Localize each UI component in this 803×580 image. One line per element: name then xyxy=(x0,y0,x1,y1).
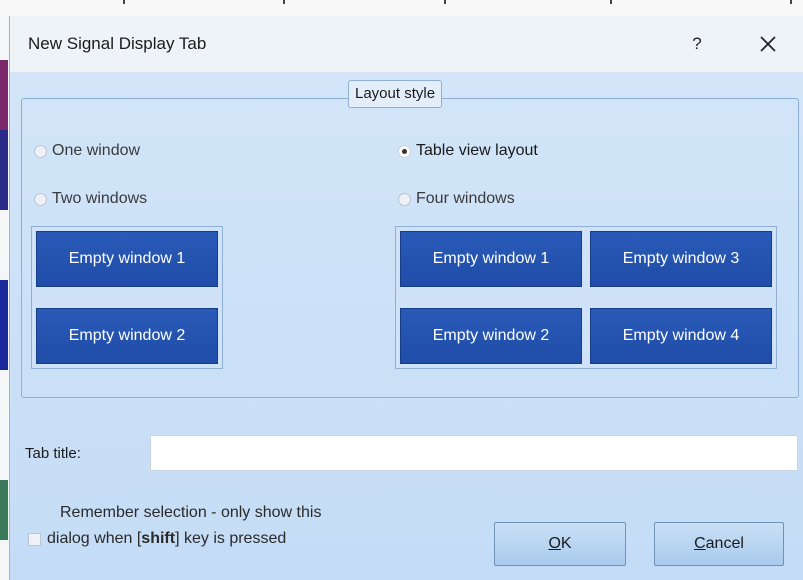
remember-selection-text: Remember selection - only show this xyxy=(60,504,322,521)
radio-table-view-layout[interactable]: Table view layout xyxy=(398,142,538,160)
background-window-edge xyxy=(0,60,8,130)
dialog-title: New Signal Display Tab xyxy=(28,34,207,53)
help-button[interactable]: ? xyxy=(682,30,712,58)
remember-selection-row: dialog when [shift] key is pressed xyxy=(28,530,286,548)
radio-label: Table view layout xyxy=(416,142,538,159)
radio-indicator xyxy=(34,144,47,158)
close-button[interactable] xyxy=(750,28,786,60)
empty-window-button[interactable]: Empty window 2 xyxy=(400,308,582,364)
shift-key-text: shift xyxy=(141,530,176,547)
remember-selection-text-suffix: ] key is pressed xyxy=(175,530,287,547)
cancel-button[interactable]: Cancel xyxy=(654,522,784,566)
close-icon xyxy=(760,36,776,52)
empty-window-button[interactable]: Empty window 2 xyxy=(36,308,218,364)
radio-indicator-selected xyxy=(398,144,411,158)
radio-one-window[interactable]: One window xyxy=(34,142,140,160)
ok-button[interactable]: OK xyxy=(494,522,626,566)
cancel-mnemonic: C xyxy=(694,535,706,552)
remember-selection-checkbox[interactable] xyxy=(28,532,41,546)
tab-title-input[interactable] xyxy=(150,435,798,471)
ok-label-rest: K xyxy=(560,535,572,552)
four-window-preview: Empty window 1 Empty window 3 Empty wind… xyxy=(395,226,777,369)
layout-style-legend: Layout style xyxy=(348,80,443,108)
title-bar: New Signal Display Tab ? xyxy=(10,16,803,73)
radio-indicator xyxy=(398,192,411,206)
radio-label: One window xyxy=(52,142,141,159)
background-window-edge xyxy=(0,130,8,210)
empty-window-button[interactable]: Empty window 1 xyxy=(400,231,582,287)
desktop-background xyxy=(0,0,803,16)
new-signal-display-tab-dialog: New Signal Display Tab ? Layout style On… xyxy=(9,16,803,580)
cancel-label-rest: ancel xyxy=(705,535,744,552)
remember-selection-text-prefix: dialog when [ xyxy=(47,530,142,547)
two-window-preview: Empty window 1 Empty window 2 xyxy=(31,226,223,369)
background-tick xyxy=(610,0,612,4)
background-window-edge xyxy=(0,480,8,540)
radio-two-windows[interactable]: Two windows xyxy=(34,190,147,208)
empty-window-button[interactable]: Empty window 3 xyxy=(590,231,772,287)
background-tick xyxy=(123,0,125,4)
background-tick xyxy=(790,0,792,4)
tab-title-label: Tab title: xyxy=(25,445,81,462)
background-tick xyxy=(283,0,285,4)
ok-mnemonic: O xyxy=(548,535,561,552)
radio-label: Four windows xyxy=(416,190,515,207)
empty-window-button[interactable]: Empty window 4 xyxy=(590,308,772,364)
radio-indicator xyxy=(34,192,47,206)
empty-window-button[interactable]: Empty window 1 xyxy=(36,231,218,287)
background-tick xyxy=(444,0,446,4)
background-window-edge xyxy=(0,280,8,370)
radio-label: Two windows xyxy=(52,190,148,207)
radio-four-windows[interactable]: Four windows xyxy=(398,190,515,208)
